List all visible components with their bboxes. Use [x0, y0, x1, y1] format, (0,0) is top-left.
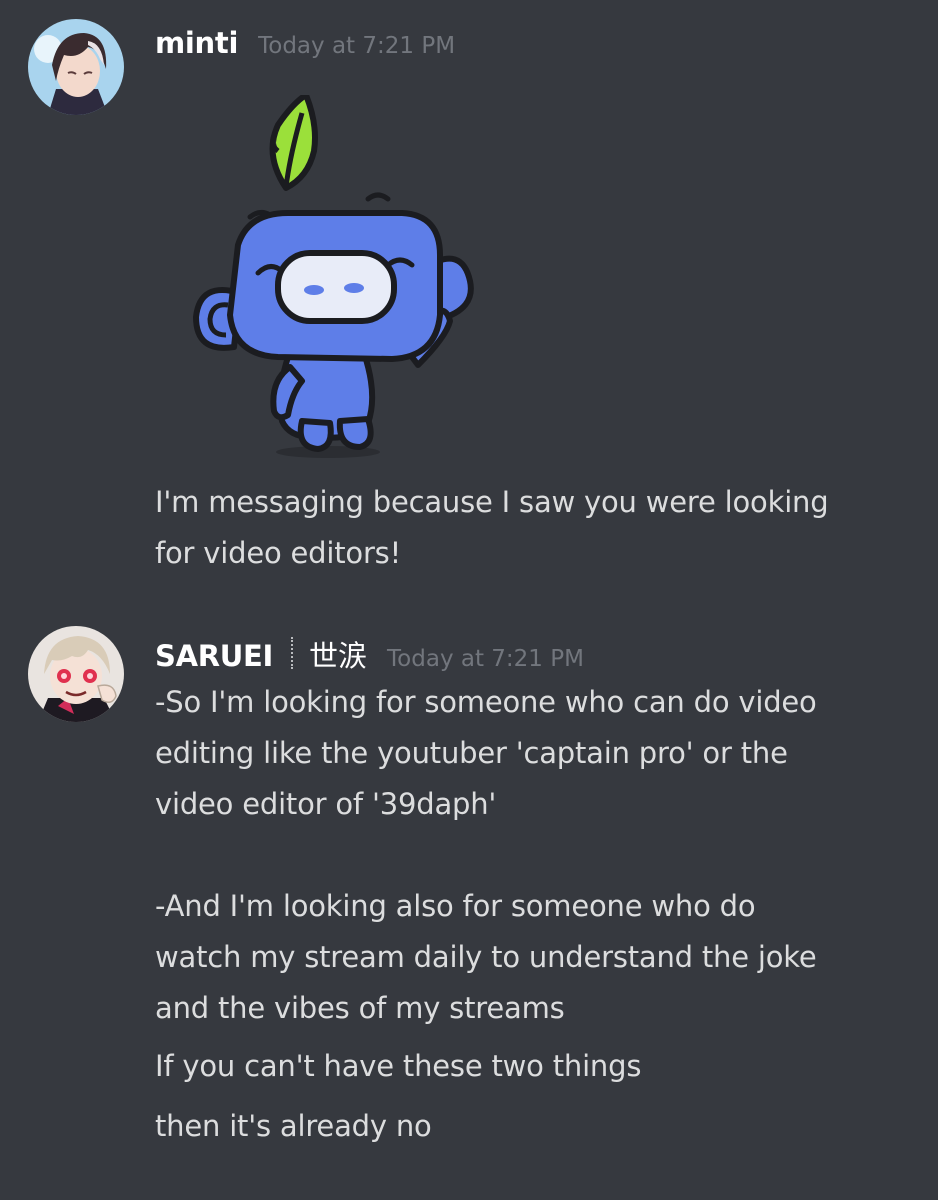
message-line: for video editors! [155, 536, 402, 570]
message-followup-1: If you can't have these two things [155, 1041, 925, 1092]
avatar-minti[interactable] [28, 19, 124, 115]
message-header: SARUEI 世涙 Today at 7:21 PM [155, 633, 584, 673]
username-divider [291, 637, 294, 669]
message-line: -And I'm looking also for someone who do [155, 889, 756, 923]
message-line: video editor of '39daph' [155, 787, 497, 821]
message-line: watch my stream daily to understand the … [155, 940, 817, 974]
message-body-saruei: -So I'm looking for someone who can do v… [155, 677, 925, 1034]
avatar-saruei[interactable] [28, 626, 124, 722]
timestamp: Today at 7:21 PM [387, 646, 584, 672]
message-line: editing like the youtuber 'captain pro' … [155, 736, 788, 770]
anime-avatar-dark-hair-icon [28, 19, 124, 115]
message-line: -So I'm looking for someone who can do v… [155, 685, 817, 719]
username-saruei[interactable]: SARUEI [155, 639, 273, 673]
timestamp: Today at 7:21 PM [258, 33, 456, 59]
message-header: minti Today at 7:21 PM [155, 26, 455, 66]
anime-avatar-light-hair-icon [28, 626, 124, 722]
message-line: If you can't have these two things [155, 1049, 642, 1083]
username-minti[interactable]: minti [155, 26, 238, 60]
username-tag: 世涙 [309, 639, 368, 673]
message-followup-2: then it's already no [155, 1101, 925, 1152]
wumpus-waving-leaf-sticker-icon[interactable] [178, 95, 478, 465]
message-line: I'm messaging because I saw you were loo… [155, 485, 829, 519]
message-body-minti: I'm messaging because I saw you were loo… [155, 477, 925, 579]
message-line: and the vibes of my streams [155, 991, 565, 1025]
message-line: then it's already no [155, 1109, 432, 1143]
